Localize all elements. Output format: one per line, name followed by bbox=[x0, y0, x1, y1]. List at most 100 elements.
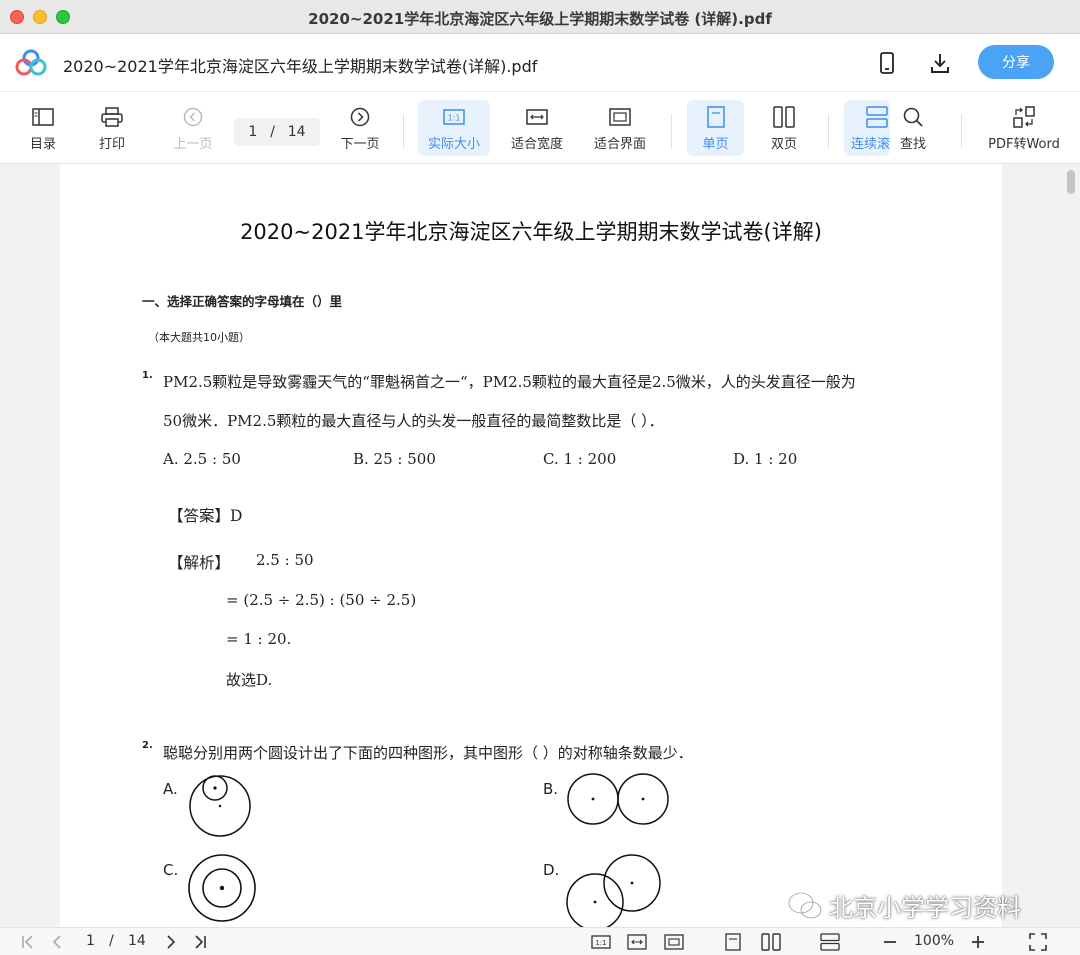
toolbar-divider bbox=[671, 114, 672, 148]
fit-page-button[interactable]: 适合界面 bbox=[586, 100, 654, 156]
download-icon[interactable] bbox=[927, 50, 953, 76]
question-text: 聪聪分别用两个圆设计出了下面的四种图形，其中图形（ ）的对称轴条数最少． bbox=[163, 744, 693, 762]
question-number: 2. bbox=[142, 740, 153, 751]
actual-size-button[interactable]: 1:1 实际大小 bbox=[418, 100, 490, 156]
print-label: 打印 bbox=[98, 136, 125, 152]
pdf-page: 2020~2021学年北京海淀区六年级上学期期末数学试卷(详解) 一、选择正确答… bbox=[60, 164, 1002, 927]
figure-c bbox=[188, 854, 256, 922]
vertical-scrollbar[interactable] bbox=[1067, 170, 1075, 194]
actual-size-label: 实际大小 bbox=[427, 136, 480, 152]
app-header: 2020~2021学年北京海淀区六年级上学期期末数学试卷(详解).pdf 分享 bbox=[0, 34, 1080, 92]
continuous-scroll-icon bbox=[865, 105, 889, 129]
analysis-line: = 1 : 20. bbox=[226, 630, 292, 648]
prev-page-icon[interactable] bbox=[47, 932, 67, 952]
current-page: 1 bbox=[248, 124, 258, 140]
question-number: 1. bbox=[142, 370, 153, 381]
figure-d bbox=[566, 854, 661, 927]
toolbar: 目录 打印 上一页 1 / 14 下一页 1:1 实际大小 适合宽度 适合界面 … bbox=[0, 92, 1080, 164]
pdf-to-word-button[interactable]: PDF转Word bbox=[982, 100, 1066, 156]
single-page-button[interactable]: 单页 bbox=[687, 100, 744, 156]
analysis-line: 2.5 : 50 bbox=[256, 551, 314, 569]
analysis-line: = (2.5 ÷ 2.5) : (50 ÷ 2.5) bbox=[226, 591, 417, 609]
toc-label: 目录 bbox=[29, 136, 56, 152]
zoom-out-icon[interactable] bbox=[880, 932, 900, 952]
window-title: 2020~2021学年北京海淀区六年级上学期期末数学试卷 (详解).pdf bbox=[308, 10, 772, 28]
next-page-button[interactable]: 下一页 bbox=[334, 100, 386, 156]
double-page-button[interactable]: 双页 bbox=[758, 100, 810, 156]
mobile-icon[interactable] bbox=[874, 50, 900, 76]
fullscreen-icon[interactable] bbox=[1027, 932, 1049, 952]
share-button[interactable]: 分享 bbox=[978, 45, 1054, 79]
option-b: B. 25 : 500 bbox=[353, 450, 436, 468]
app-logo-icon bbox=[15, 49, 47, 76]
single-page-label: 单页 bbox=[702, 136, 729, 152]
fit-page-label: 适合界面 bbox=[593, 136, 646, 152]
double-page-label: 双页 bbox=[770, 136, 797, 152]
print-button[interactable]: 打印 bbox=[87, 100, 137, 156]
find-button[interactable]: 查找 bbox=[890, 100, 936, 156]
svg-text:1:1: 1:1 bbox=[448, 113, 461, 122]
convert-icon bbox=[1012, 105, 1036, 129]
toolbar-divider bbox=[961, 114, 962, 148]
exam-title: 2020~2021学年北京海淀区六年级上学期期末数学试卷(详解) bbox=[240, 220, 822, 244]
prev-page-label: 上一页 bbox=[173, 136, 213, 152]
toc-button[interactable]: 目录 bbox=[18, 100, 68, 156]
bottom-total-pages: 14 bbox=[128, 933, 146, 949]
zoom-in-icon[interactable] bbox=[968, 932, 988, 952]
title-bar: 2020~2021学年北京海淀区六年级上学期期末数学试卷 (详解).pdf bbox=[0, 0, 1080, 34]
actual-size-icon[interactable]: 1:1 bbox=[590, 932, 612, 952]
continuous-scroll-icon[interactable] bbox=[819, 932, 841, 952]
wechat-icon bbox=[787, 891, 823, 919]
chevron-right-circle-icon bbox=[348, 105, 372, 129]
watermark-text: 北京小学学习资料 bbox=[829, 894, 1021, 922]
question-text: 50微米．PM2.5颗粒的最大直径与人的头发一般直径的最简整数比是（ ）． bbox=[163, 412, 664, 430]
fit-page-icon[interactable] bbox=[663, 932, 685, 952]
toolbar-divider bbox=[828, 114, 829, 148]
continuous-scroll-label: 连续滚 bbox=[851, 136, 890, 152]
zoom-level: 100% bbox=[914, 933, 955, 949]
watermark: 北京小学学习资料 bbox=[787, 888, 1021, 923]
document-viewport[interactable]: 2020~2021学年北京海淀区六年级上学期期末数学试卷(详解) 一、选择正确答… bbox=[0, 164, 1080, 927]
figure-label-c: C. bbox=[163, 861, 179, 879]
bottom-bar: 1 / 14 1:1 100% bbox=[0, 927, 1080, 955]
fit-width-icon[interactable] bbox=[626, 932, 648, 952]
fit-width-button[interactable]: 适合宽度 bbox=[503, 100, 571, 156]
fit-width-label: 适合宽度 bbox=[510, 136, 563, 152]
next-page-icon[interactable] bbox=[161, 932, 181, 952]
printer-icon bbox=[100, 105, 124, 129]
question-text: PM2.5颗粒是导致雾霾天气的“罪魁祸首之一“，PM2.5颗粒的最大直径是2.5… bbox=[163, 373, 856, 391]
single-page-icon[interactable] bbox=[723, 932, 743, 952]
option-a: A. 2.5 : 50 bbox=[163, 450, 241, 468]
last-page-icon[interactable] bbox=[190, 932, 210, 952]
actual-size-icon: 1:1 bbox=[442, 105, 466, 129]
first-page-icon[interactable] bbox=[18, 932, 38, 952]
prev-page-button[interactable]: 上一页 bbox=[166, 100, 220, 156]
figure-a bbox=[189, 775, 251, 837]
analysis-line: 故选D. bbox=[226, 671, 273, 689]
continuous-scroll-button[interactable]: 连续滚 bbox=[844, 100, 890, 156]
section-note: （本大题共10小题） bbox=[148, 331, 250, 344]
analysis-label: 【解析】 bbox=[168, 554, 231, 572]
answer: 【答案】D bbox=[168, 507, 243, 525]
single-page-icon bbox=[704, 105, 728, 129]
fit-width-icon bbox=[525, 105, 549, 129]
bottom-page-separator: / bbox=[109, 933, 114, 949]
document-title: 2020~2021学年北京海淀区六年级上学期期末数学试卷(详解).pdf bbox=[63, 57, 538, 76]
figure-label-d: D. bbox=[543, 861, 560, 879]
section-heading: 一、选择正确答案的字母填在（）里 bbox=[142, 294, 343, 309]
find-label: 查找 bbox=[899, 136, 926, 152]
option-c: C. 1 : 200 bbox=[543, 450, 617, 468]
fit-page-icon bbox=[608, 105, 632, 129]
chevron-left-circle-icon bbox=[181, 105, 205, 129]
next-page-label: 下一页 bbox=[340, 136, 380, 152]
figure-label-b: B. bbox=[543, 780, 559, 798]
option-d: D. 1 : 20 bbox=[733, 450, 798, 468]
double-page-icon[interactable] bbox=[760, 932, 782, 952]
double-page-icon bbox=[772, 105, 796, 129]
total-pages: 14 bbox=[287, 124, 306, 140]
page-number-input[interactable]: 1 / 14 bbox=[234, 118, 320, 146]
bottom-current-page[interactable]: 1 bbox=[86, 933, 95, 949]
toolbar-divider bbox=[403, 114, 404, 148]
page-separator: / bbox=[270, 124, 275, 140]
figure-b bbox=[567, 773, 669, 825]
